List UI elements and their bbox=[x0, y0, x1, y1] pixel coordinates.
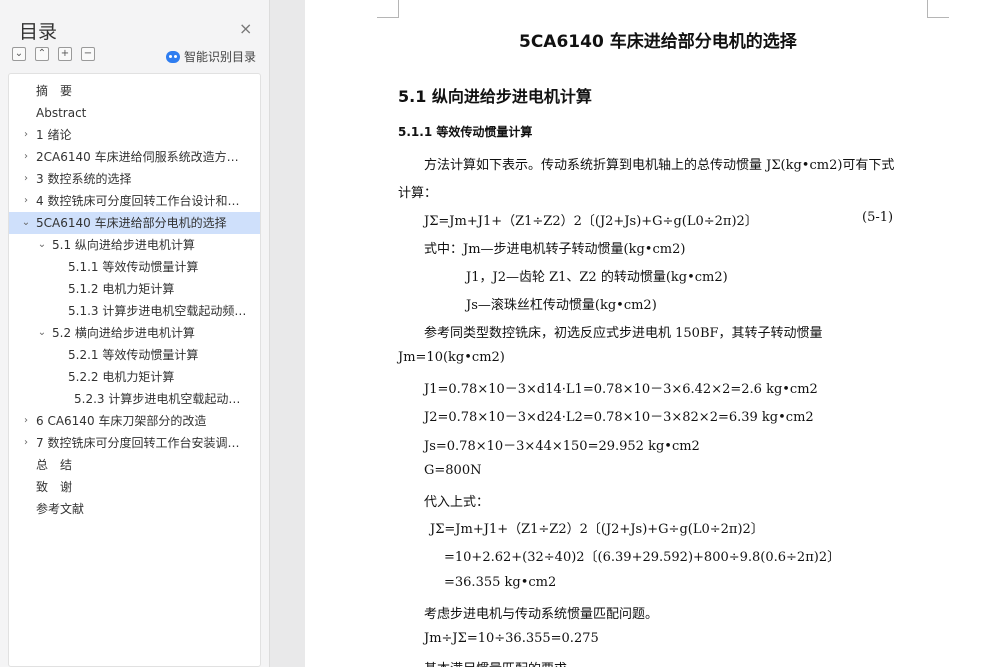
body-line: G=800N bbox=[424, 463, 482, 478]
toc-item-label: 5.2.1 等效传动惯量计算 bbox=[68, 348, 199, 362]
equation-line: =36.355 kg•cm2 bbox=[444, 575, 557, 590]
document-area: ▾ 5CA6140 车床进给部分电机的选择 5.1 纵向进给步进电机计算 5.1… bbox=[271, 0, 996, 667]
toc-item-label: 总 结 bbox=[36, 458, 73, 472]
toc-item[interactable]: 参考文献 bbox=[9, 498, 260, 520]
toc-item-label: Abstract bbox=[36, 106, 87, 120]
toc-item[interactable]: › 1 绪论 bbox=[9, 124, 260, 146]
chevron-right-icon[interactable]: › bbox=[21, 410, 31, 432]
document-page: 5CA6140 车床进给部分电机的选择 5.1 纵向进给步进电机计算 5.1.1… bbox=[305, 0, 996, 667]
toc-item-label: 致 谢 bbox=[36, 480, 73, 494]
toc-title: 目录 bbox=[19, 21, 58, 43]
remove-heading-icon[interactable]: − bbox=[81, 47, 95, 61]
collapse-all-icon[interactable]: ⌄ bbox=[12, 47, 26, 61]
section-heading: 5.1 纵向进给步进电机计算 bbox=[398, 87, 592, 106]
toc-item[interactable]: › 6 CA6140 车床刀架部分的改造 bbox=[9, 410, 260, 432]
toc-item-label: 5CA6140 车床进给部分电机的选择 bbox=[36, 216, 227, 230]
close-icon[interactable]: × bbox=[239, 19, 252, 38]
toc-item[interactable]: 5.2.2 电机力矩计算 bbox=[9, 366, 260, 388]
body-line: Js—滚珠丝杠传动惯量(kg•cm2) bbox=[466, 298, 657, 313]
toc-item[interactable]: › 7 数控铣床可分度回转工作台安装调… bbox=[9, 432, 260, 454]
body-line: 考虑步进电机与传动系统惯量匹配问题。 bbox=[424, 607, 659, 622]
toc-item-label: 3 数控系统的选择 bbox=[36, 172, 132, 186]
chevron-right-icon[interactable]: › bbox=[21, 146, 31, 168]
toc-item-label: 5.1.1 等效传动惯量计算 bbox=[68, 260, 199, 274]
add-heading-icon[interactable]: + bbox=[58, 47, 72, 61]
page-corner-mark-left bbox=[377, 0, 399, 18]
toc-item[interactable]: ⌄ 5CA6140 车床进给部分电机的选择 bbox=[9, 212, 260, 234]
body-line: 方法计算如下表示。传动系统折算到电机轴上的总传动惯量 JΣ(kg•cm2)可有下… bbox=[424, 158, 895, 173]
toc-item[interactable]: 5.1.3 计算步进电机空载起动频… bbox=[9, 300, 260, 322]
toc-item-label: 参考文献 bbox=[36, 502, 85, 516]
equation-number: (5-1) bbox=[862, 210, 894, 225]
toc-item-label: 4 数控铣床可分度回转工作台设计和… bbox=[36, 194, 240, 208]
toc-item[interactable]: 摘 要 bbox=[9, 80, 260, 102]
subsection-heading: 5.1.1 等效传动惯量计算 bbox=[398, 125, 533, 139]
equation-line: Jm÷JΣ=10÷36.355=0.275 bbox=[424, 631, 599, 646]
toc-item[interactable]: 5.1.1 等效传动惯量计算 bbox=[9, 256, 260, 278]
body-line: Jm=10(kg•cm2) bbox=[398, 350, 505, 365]
body-line: 基本满足惯量匹配的要求。 bbox=[424, 658, 580, 667]
body-line: 计算： bbox=[398, 186, 438, 201]
toc-item[interactable]: ⌄ 5.2 横向进给步进电机计算 bbox=[9, 322, 260, 344]
body-line: 代入上式： bbox=[424, 495, 490, 510]
chevron-right-icon[interactable]: › bbox=[21, 124, 31, 146]
equation-line: =10+2.62+(32÷40)2〔(6.39+29.592)+800÷9.8(… bbox=[444, 550, 841, 565]
toc-item[interactable]: › 4 数控铣床可分度回转工作台设计和… bbox=[9, 190, 260, 212]
toc-item-label: 6 CA6140 车床刀架部分的改造 bbox=[36, 414, 207, 428]
chevron-down-icon[interactable]: ⌄ bbox=[21, 212, 31, 234]
toc-item-label: 5.1.3 计算步进电机空载起动频… bbox=[68, 304, 247, 318]
equation-line: JΣ=Jm+J1+（Z1÷Z2）2〔(J2+Js)+G÷g(L0÷2π)2〕 bbox=[430, 522, 764, 537]
body-line: 式中：Jm—步进电机转子转动惯量(kg•cm2) bbox=[424, 242, 686, 257]
toc-item[interactable]: Abstract bbox=[9, 102, 260, 124]
toc-item[interactable]: › 2CA6140 车床进给伺服系统改造方… bbox=[9, 146, 260, 168]
toc-item-label: 5.1 纵向进给步进电机计算 bbox=[52, 238, 195, 252]
chevron-down-icon[interactable]: ⌄ bbox=[37, 322, 47, 344]
body-line: 参考同类型数控铣床，初选反应式步进电机 150BF，其转子转动惯量 bbox=[424, 326, 823, 341]
toc-item-label: 5.2.3 计算步进电机空载起动… bbox=[74, 392, 241, 406]
toc-item-label: 7 数控铣床可分度回转工作台安装调… bbox=[36, 436, 240, 450]
chevron-right-icon[interactable]: › bbox=[21, 432, 31, 454]
toc-item-label: 1 绪论 bbox=[36, 128, 72, 142]
chevron-right-icon[interactable]: › bbox=[21, 168, 31, 190]
toc-item-label: 5.2.2 电机力矩计算 bbox=[68, 370, 175, 384]
equation-line: J1=0.78×10－3×d14·L1=0.78×10－3×6.42×2=2.6… bbox=[424, 382, 818, 397]
equation-line: J2=0.78×10－3×d24·L2=0.78×10－3×82×2=6.39 … bbox=[424, 410, 814, 425]
page-corner-mark-right bbox=[927, 0, 949, 18]
chevron-down-icon[interactable]: ⌄ bbox=[37, 234, 47, 256]
toc-pane: 目录 × ⌄ ⌃ + − 智能识别目录 摘 要 Abstract › 1 绪论 › 2CA… bbox=[0, 0, 270, 667]
smart-toc-button[interactable]: 智能识别目录 bbox=[166, 48, 256, 65]
toc-item[interactable]: 5.2.1 等效传动惯量计算 bbox=[9, 344, 260, 366]
smart-recognition-icon bbox=[166, 50, 180, 63]
toc-item[interactable]: › 3 数控系统的选择 bbox=[9, 168, 260, 190]
document-title: 5CA6140 车床进给部分电机的选择 bbox=[519, 32, 797, 52]
body-line: J1，J2—齿轮 Z1、Z2 的转动惯量(kg•cm2) bbox=[466, 270, 728, 285]
toc-item-label: 5.2 横向进给步进电机计算 bbox=[52, 326, 195, 340]
chevron-right-icon[interactable]: › bbox=[21, 190, 31, 212]
toc-item-label: 5.1.2 电机力矩计算 bbox=[68, 282, 175, 296]
equation-line: JΣ=Jm+J1+（Z1÷Z2）2〔(J2+Js)+G÷g(L0÷2π)2〕 bbox=[424, 214, 758, 229]
toc-toolbar: ⌄ ⌃ + − bbox=[12, 47, 95, 61]
toc-item[interactable]: ⌄ 5.1 纵向进给步进电机计算 bbox=[9, 234, 260, 256]
expand-all-icon[interactable]: ⌃ bbox=[35, 47, 49, 61]
toc-item[interactable]: 致 谢 bbox=[9, 476, 260, 498]
toc-item-label: 摘 要 bbox=[36, 84, 73, 98]
toc-item[interactable]: 5.2.3 计算步进电机空载起动… bbox=[9, 388, 260, 410]
toc-item[interactable]: 5.1.2 电机力矩计算 bbox=[9, 278, 260, 300]
toc-item[interactable]: 总 结 bbox=[9, 454, 260, 476]
toc-list: 摘 要 Abstract › 1 绪论 › 2CA6140 车床进给伺服系统改造方… › 3 … bbox=[8, 73, 261, 667]
toc-item-label: 2CA6140 车床进给伺服系统改造方… bbox=[36, 150, 239, 164]
equation-line: Js=0.78×10－3×44×150=29.952 kg•cm2 bbox=[424, 439, 700, 454]
smart-toc-label: 智能识别目录 bbox=[184, 50, 257, 64]
